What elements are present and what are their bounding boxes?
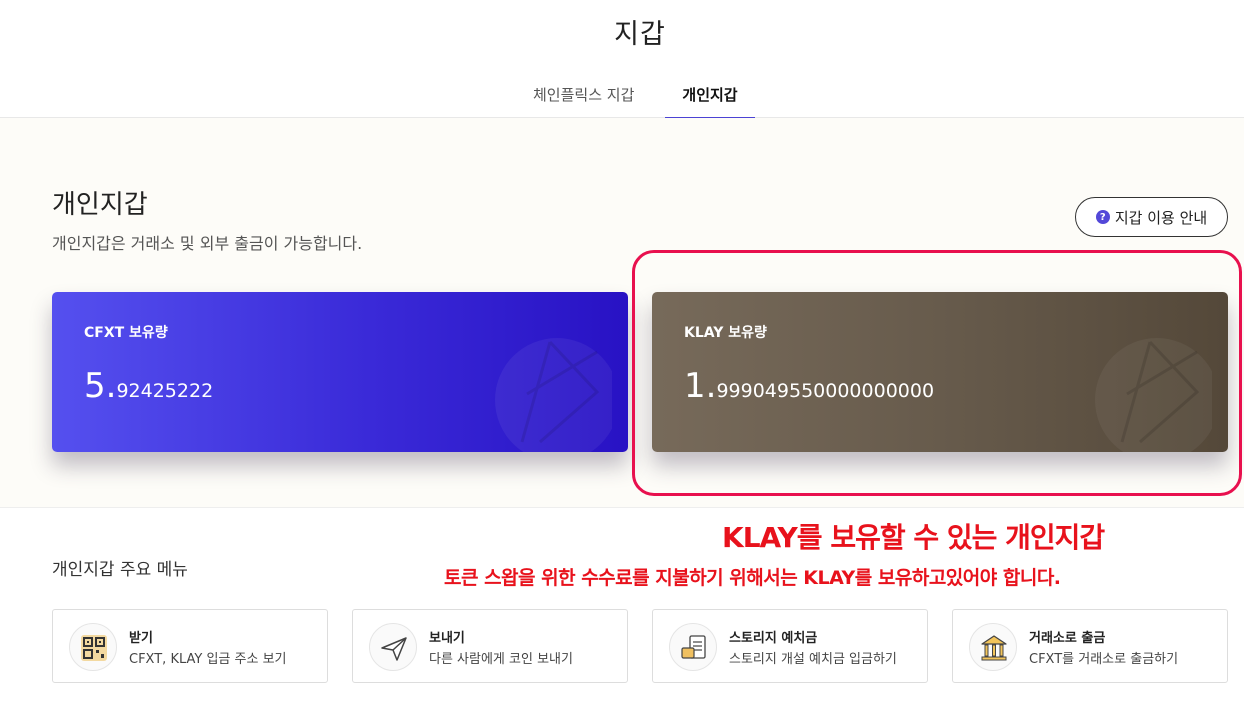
cfxt-balance-card: CFXT 보유량 5.92425222 [52,292,628,452]
menu-withdraw-exchange[interactable]: 거래소로 출금 CFXT를 거래소로 출금하기 [952,609,1228,683]
annotation-subline: 토큰 스왑을 위한 수수료를 지불하기 위해서는 KLAY를 보유하고있어야 합… [444,567,1061,589]
annotation-headline: KLAY를 보유할 수 있는 개인지갑 [722,521,1105,554]
qr-code-icon [69,623,117,671]
section-title: 개인지갑 [52,190,148,220]
wallet-tabs: 체인플릭스 지갑 개인지갑 [0,78,1244,119]
cfxt-amount-integer: 5. [84,366,117,406]
klaytn-watermark-icon [495,338,612,452]
menu-name: 받기 [129,631,153,646]
menu-description: 다른 사람에게 코인 보내기 [429,652,573,667]
klay-card-highlight [632,250,1242,496]
menu-name: 보내기 [429,631,465,646]
menu-name: 거래소로 출금 [1029,631,1106,646]
menu-receive[interactable]: 받기 CFXT, KLAY 입금 주소 보기 [52,609,328,683]
cfxt-balance-label: CFXT 보유량 [84,325,168,341]
document-card-icon [669,623,717,671]
main-menu-title: 개인지갑 주요 메뉴 [52,560,188,580]
cfxt-balance-amount: 5.92425222 [84,366,213,406]
menu-storage-deposit[interactable]: 스토리지 예치금 스토리지 개설 예치금 입금하기 [652,609,928,683]
wallet-guide-label: 지갑 이용 안내 [1114,208,1208,227]
question-icon: ? [1095,210,1110,224]
section-description: 개인지갑은 거래소 및 외부 출금이 가능합니다. [52,234,363,253]
menu-description: CFXT, KLAY 입금 주소 보기 [129,652,287,667]
paper-plane-icon [369,623,417,671]
tab-personal-wallet[interactable]: 개인지갑 [665,84,755,119]
menu-description: CFXT를 거래소로 출금하기 [1029,652,1179,667]
menu-description: 스토리지 개설 예치금 입금하기 [729,652,897,667]
menu-name: 스토리지 예치금 [729,631,818,646]
wallet-guide-button[interactable]: ? 지갑 이용 안내 [1075,197,1228,237]
tab-chainflix-wallet[interactable]: 체인플릭스 지갑 [533,84,634,117]
page-title: 지갑 [614,19,666,50]
cfxt-amount-decimal: 92425222 [116,380,214,402]
menu-send[interactable]: 보내기 다른 사람에게 코인 보내기 [352,609,628,683]
bank-icon [969,623,1017,671]
